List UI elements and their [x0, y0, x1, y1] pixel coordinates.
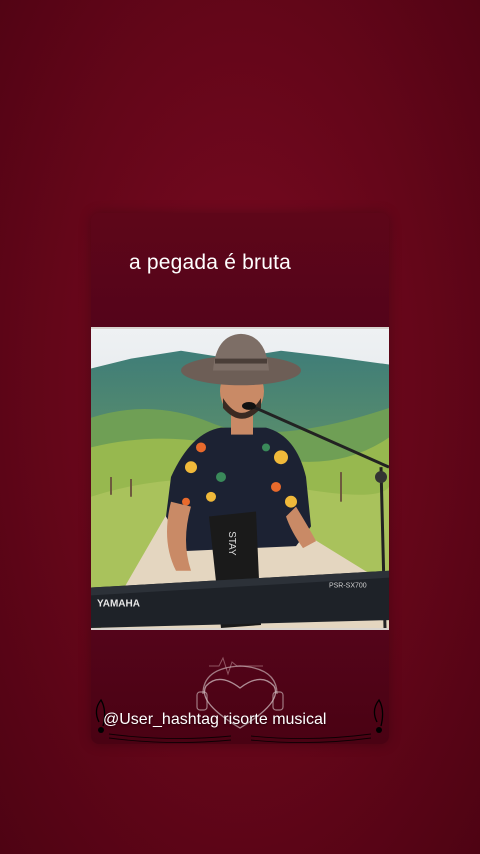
- caption-band: a pegada é bruta: [91, 213, 389, 327]
- staff-lines: [108, 733, 372, 744]
- video-frame[interactable]: STAY YAMAHA PSR-SX700: [91, 327, 389, 630]
- footer-band: @User_hashtag risorte musical: [91, 630, 389, 744]
- watermark-text: @User_hashtag risorte musical: [103, 711, 327, 728]
- video-scene: STAY YAMAHA PSR-SX700: [91, 329, 389, 628]
- stand-text: STAY: [226, 531, 237, 556]
- post-caption: a pegada é bruta: [129, 251, 292, 274]
- post-card[interactable]: a pegada é bruta STAY YAMAHA PSR-SX700 @…: [91, 213, 389, 744]
- keyboard-brand: YAMAHA: [97, 598, 140, 609]
- keyboard-model: PSR-SX700: [329, 583, 367, 590]
